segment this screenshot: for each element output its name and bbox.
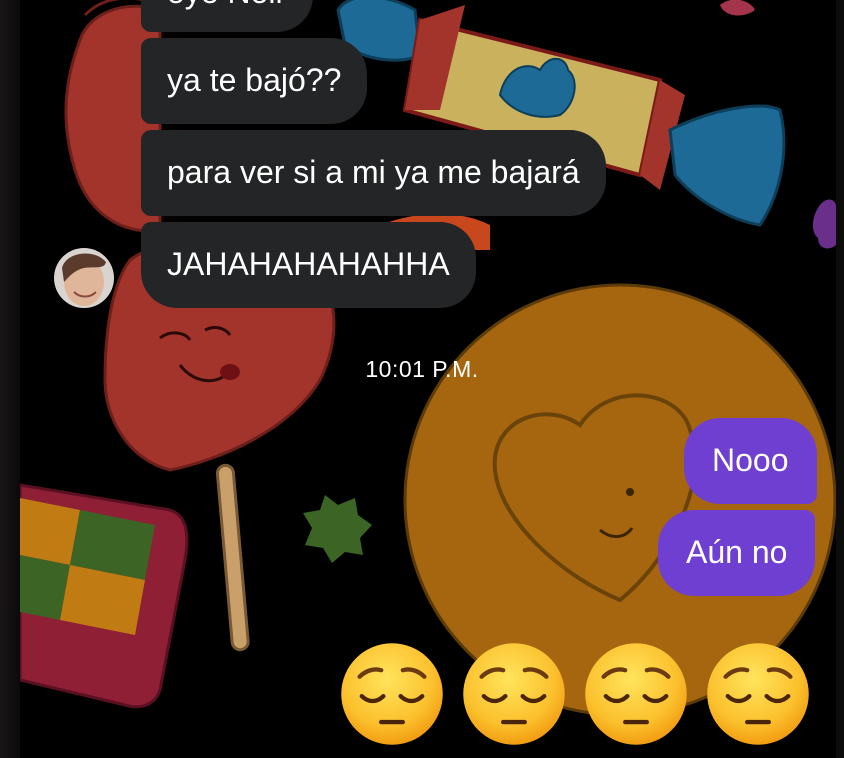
message-text: ya te bajó?? <box>167 62 342 98</box>
incoming-message[interactable]: ya te bajó?? <box>141 38 368 124</box>
message-text: Nooo <box>712 442 789 478</box>
pensive-face-icon <box>585 643 687 745</box>
contact-avatar[interactable] <box>54 248 114 308</box>
incoming-message[interactable]: oye Noii <box>141 0 313 32</box>
message-text: JAHAHAHAHAHHA <box>167 246 450 282</box>
outgoing-message[interactable]: Aún no <box>658 510 816 596</box>
flower-illustration-top <box>720 0 755 16</box>
message-text: Aún no <box>686 534 788 570</box>
message-text: oye Noii <box>167 0 283 10</box>
pensive-face-icon <box>463 643 565 745</box>
incoming-message[interactable]: para ver si a mi ya me bajará <box>141 130 606 216</box>
incoming-message[interactable]: JAHAHAHAHAHHA <box>141 222 476 308</box>
checkered-box-illustration <box>20 483 189 709</box>
message-text: para ver si a mi ya me bajará <box>167 154 580 190</box>
chat-screen: oye Noii ya te bajó?? para ver si a mi y… <box>0 0 844 758</box>
emoji-message[interactable] <box>338 640 818 750</box>
flower-illustration <box>813 199 836 249</box>
green-star-illustration <box>303 495 372 563</box>
message-timestamp: 10:01 P.M. <box>365 356 479 382</box>
outgoing-message[interactable]: Nooo <box>684 418 817 504</box>
pensive-face-icon <box>707 643 809 745</box>
pensive-face-icon <box>341 643 443 745</box>
avatar-photo <box>54 248 114 308</box>
